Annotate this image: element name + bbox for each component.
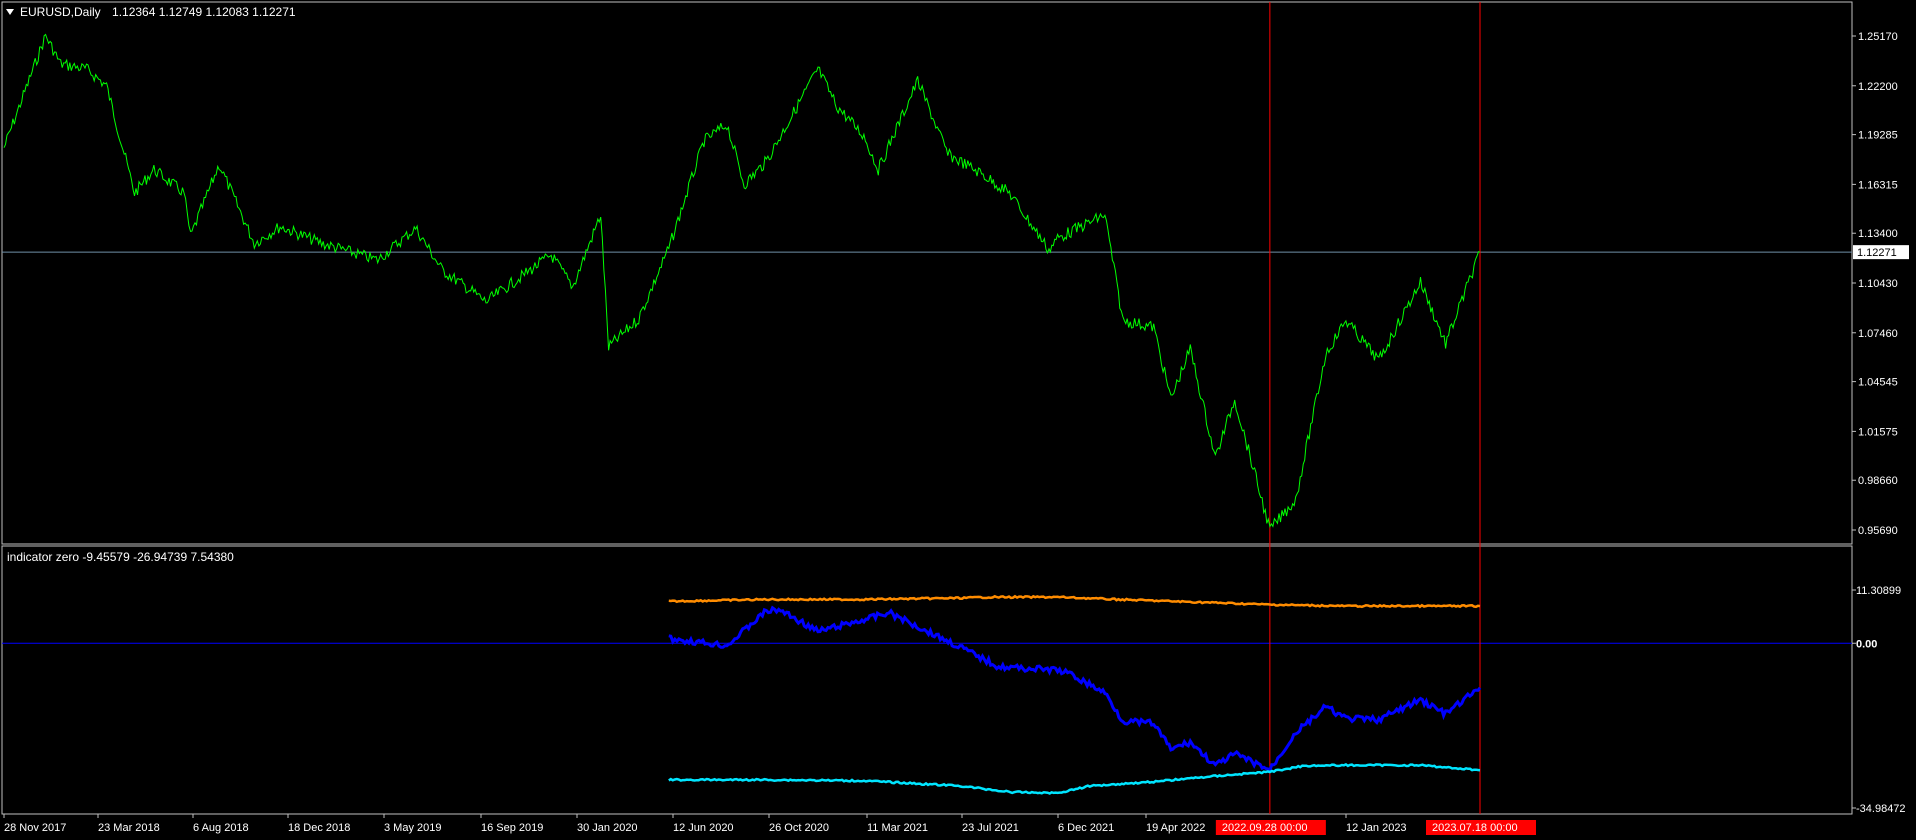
x-axis-label: 26 Oct 2020 bbox=[769, 822, 829, 834]
y-axis-label: 1.19285 bbox=[1858, 130, 1898, 142]
y-axis-label: 1.13400 bbox=[1858, 228, 1898, 240]
y-axis-label: 1.10430 bbox=[1858, 278, 1898, 290]
x-axis-label: 30 Jan 2020 bbox=[577, 822, 638, 834]
y-axis-label: 0.95690 bbox=[1858, 525, 1898, 537]
x-axis-label: 16 Sep 2019 bbox=[481, 822, 543, 834]
marker-date-label: 2023.07.18 00:00 bbox=[1432, 822, 1518, 834]
x-axis-label: 18 Dec 2018 bbox=[288, 822, 350, 834]
x-axis-label: 28 Nov 2017 bbox=[4, 822, 66, 834]
x-axis-label: 12 Jan 2023 bbox=[1346, 822, 1407, 834]
x-axis-label: 11 Mar 2021 bbox=[867, 822, 928, 834]
y-axis-label: 1.22200 bbox=[1858, 81, 1898, 93]
y-axis-label: 0.98660 bbox=[1858, 475, 1898, 487]
x-axis-label: 12 Jun 2020 bbox=[673, 822, 734, 834]
y-axis-label: 1.16315 bbox=[1858, 179, 1898, 191]
current-price-label: 1.12271 bbox=[1857, 247, 1897, 259]
ohlc-label: 1.12364 1.12749 1.12083 1.12271 bbox=[112, 5, 296, 19]
marker-date-label: 2022.09.28 00:00 bbox=[1222, 822, 1308, 834]
indicator-y-axis-label: -34.98472 bbox=[1856, 803, 1906, 815]
x-axis-label: 23 Jul 2021 bbox=[962, 822, 1019, 834]
indicator-y-axis-label: 0.00 bbox=[1856, 638, 1877, 650]
indicator-panel[interactable] bbox=[1, 545, 1853, 815]
symbol-label: EURUSD,Daily bbox=[20, 5, 101, 19]
indicator-y-axis-label: 11.30899 bbox=[1856, 585, 1901, 597]
x-axis-label: 23 Mar 2018 bbox=[98, 822, 160, 834]
main-price-panel[interactable] bbox=[1, 1, 1853, 545]
svg-text:EURUSD,Daily 1.12364 1.127: EURUSD,Daily 1.12364 1.12749 1.12083 1.1… bbox=[20, 5, 296, 19]
indicator-label: indicator zero -9.45579 -26.94739 7.5438… bbox=[7, 550, 234, 564]
x-axis-label: 3 May 2019 bbox=[384, 822, 441, 834]
x-axis-label: 19 Apr 2022 bbox=[1146, 822, 1205, 834]
trading-chart[interactable]: 1.25170 1.22200 1.19285 1.16315 1.13400 1.104… bbox=[0, 0, 1916, 840]
y-axis-label: 1.25170 bbox=[1858, 31, 1898, 43]
x-axis-label: 6 Aug 2018 bbox=[193, 822, 249, 834]
y-axis-label: 1.04545 bbox=[1858, 377, 1898, 389]
y-axis-label: 1.01575 bbox=[1858, 426, 1898, 438]
x-axis-label: 6 Dec 2021 bbox=[1058, 822, 1114, 834]
y-axis-label: 1.07460 bbox=[1858, 328, 1898, 340]
